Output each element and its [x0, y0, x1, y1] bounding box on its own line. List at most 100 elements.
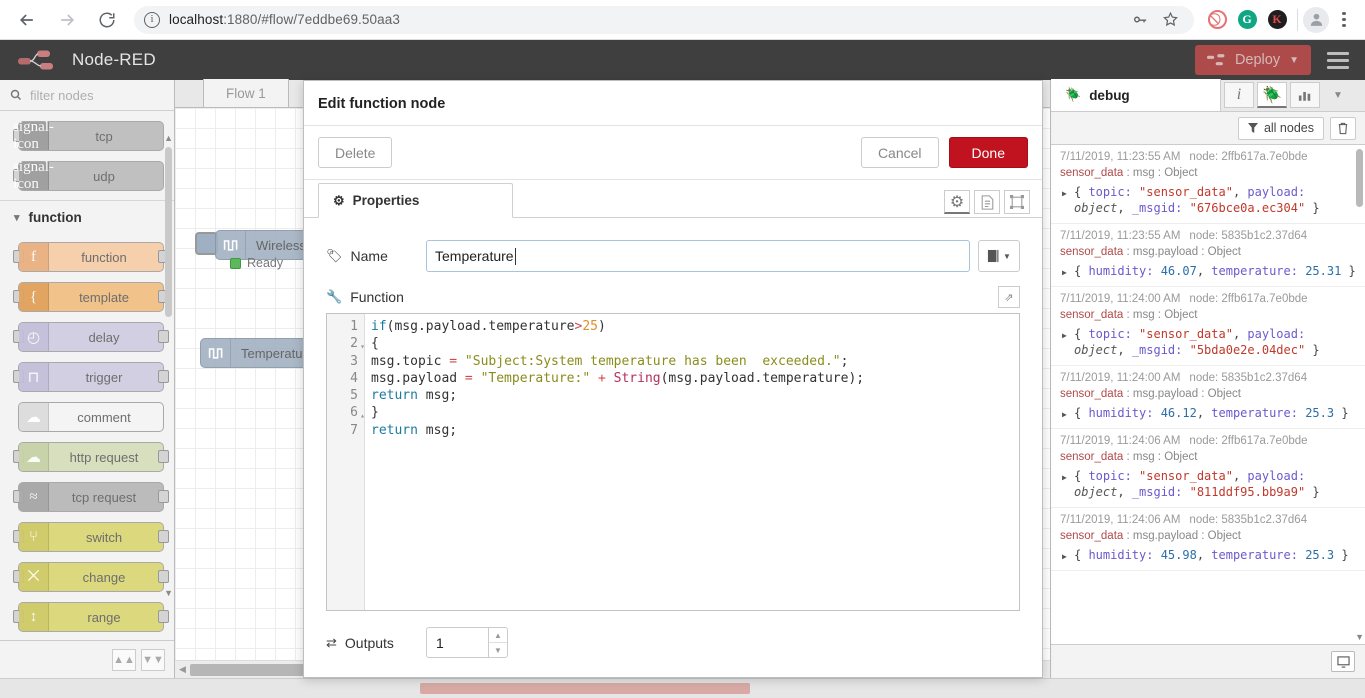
code-editor[interactable]: 12▾3456▴7 if(msg.payload.temperature>25)… [326, 313, 1020, 611]
expand-editor-icon[interactable]: ⇗ [998, 286, 1020, 308]
collapse-all-icon[interactable]: ▲▲ [112, 649, 136, 671]
expand-triangle-icon[interactable]: ▶ [1062, 328, 1067, 344]
expand-triangle-icon[interactable]: ▶ [1062, 470, 1067, 486]
palette-node-function[interactable]: ffunction [18, 242, 164, 272]
debug-tab-icon[interactable]: 🪲 [1257, 82, 1287, 108]
grammarly-extension-icon[interactable]: G [1232, 5, 1262, 35]
tab-properties[interactable]: ⚙ Properties [318, 183, 513, 218]
debug-token: "sensor_data" [1139, 185, 1233, 199]
address-bar[interactable]: i localhost:1880/#flow/7eddbe69.50aa3 [134, 6, 1194, 34]
debug-message-body[interactable]: ▶{ topic: "sensor_data", payload: object… [1060, 468, 1356, 500]
profile-avatar[interactable] [1303, 7, 1329, 33]
description-doc-icon[interactable] [974, 190, 1000, 214]
debug-message-body[interactable]: ▶{ humidity: 46.12, temperature: 25.3 } [1060, 405, 1356, 421]
palette-node-change[interactable]: ⨉change [18, 562, 164, 592]
dashboard-chart-icon[interactable] [1290, 82, 1320, 108]
stepper-up-icon[interactable]: ▲ [489, 628, 507, 643]
outputs-stepper[interactable]: ▲ ▼ [488, 627, 508, 658]
debug-message[interactable]: 7/11/2019, 11:24:00 AMnode: 5835b1c2.37d… [1051, 366, 1365, 429]
palette-node-template[interactable]: {template [18, 282, 164, 312]
debug-message[interactable]: 7/11/2019, 11:23:55 AMnode: 2ffb617a.7e0… [1051, 145, 1365, 224]
scroll-left-icon[interactable]: ◀ [175, 664, 190, 675]
palette-node-trigger[interactable]: ⊓trigger [18, 362, 164, 392]
settings-gear-icon[interactable]: ⚙ [944, 190, 970, 214]
stepper-down-icon[interactable]: ▼ [489, 643, 507, 657]
palette-node-range[interactable]: ↕range [18, 602, 164, 632]
editor-scrollbar[interactable] [1010, 314, 1019, 610]
debug-message-source[interactable]: sensor_data : msg : Object [1060, 167, 1356, 179]
palette-node-tcp[interactable]: signal-icontcp [18, 121, 164, 151]
palette-scroll-down-icon[interactable]: ▼ [164, 588, 173, 598]
debug-message-body[interactable]: ▶{ topic: "sensor_data", payload: object… [1060, 184, 1356, 216]
expand-triangle-icon[interactable]: ▶ [1062, 265, 1067, 281]
debug-message-source[interactable]: sensor_data : msg.payload : Object [1060, 246, 1356, 258]
palette-node-http-request[interactable]: ☁http request [18, 442, 164, 472]
back-arrow-icon[interactable] [10, 3, 44, 37]
debug-message-source[interactable]: sensor_data : msg.payload : Object [1060, 530, 1356, 542]
expand-triangle-icon[interactable]: ▶ [1062, 549, 1067, 565]
node-output-port[interactable] [158, 570, 169, 583]
key-password-icon[interactable] [1126, 6, 1154, 34]
debug-message-list[interactable]: 7/11/2019, 11:23:55 AMnode: 2ffb617a.7e0… [1051, 145, 1365, 644]
node-output-port[interactable] [158, 450, 169, 463]
palette-scroll-area[interactable]: signal-icontcpsignal-iconudp ▾ function … [0, 111, 174, 640]
debug-scrollbar[interactable] [1356, 149, 1363, 207]
node-output-port[interactable] [158, 370, 169, 383]
filter-all-nodes-button[interactable]: all nodes [1238, 117, 1324, 140]
site-info-icon[interactable]: i [144, 12, 160, 28]
palette-node-udp[interactable]: signal-iconudp [18, 161, 164, 191]
kite-extension-icon[interactable]: K [1262, 5, 1292, 35]
book-dropdown-icon[interactable]: ▼ [978, 240, 1020, 272]
bookmark-star-icon[interactable] [1156, 6, 1184, 34]
appearance-icon[interactable] [1004, 190, 1030, 214]
browser-menu-icon[interactable] [1329, 5, 1359, 35]
expand-triangle-icon[interactable]: ▶ [1062, 186, 1067, 202]
palette-filter[interactable]: filter nodes [0, 80, 174, 111]
node-output-port[interactable] [158, 330, 169, 343]
done-button[interactable]: Done [949, 137, 1028, 168]
expand-triangle-icon[interactable]: ▶ [1062, 407, 1067, 423]
debug-message-body[interactable]: ▶{ topic: "sensor_data", payload: object… [1060, 326, 1356, 358]
palette-category-function[interactable]: ▾ function [0, 200, 174, 232]
palette-scrollbar[interactable] [165, 147, 172, 317]
deploy-dropdown-icon[interactable]: ▼ [1289, 55, 1299, 66]
editor-code[interactable]: if(msg.payload.temperature>25){msg.topic… [365, 314, 1010, 610]
debug-message-body[interactable]: ▶{ humidity: 45.98, temperature: 25.3 } [1060, 547, 1356, 563]
monitor-icon[interactable] [1331, 651, 1355, 672]
debug-scroll-down-icon[interactable]: ▼ [1355, 632, 1364, 642]
expand-all-icon[interactable]: ▼▼ [141, 649, 165, 671]
palette-node-tcp-request[interactable]: ≈tcp request [18, 482, 164, 512]
cancel-button[interactable]: Cancel [861, 137, 939, 168]
tab-debug[interactable]: 🪲 debug [1051, 79, 1221, 111]
node-output-port[interactable] [158, 490, 169, 503]
debug-message-body[interactable]: ▶{ humidity: 46.07, temperature: 25.31 } [1060, 263, 1356, 279]
palette-scroll-up-icon[interactable]: ▲ [164, 133, 173, 143]
debug-message[interactable]: 7/11/2019, 11:24:00 AMnode: 2ffb617a.7e0… [1051, 287, 1365, 366]
palette-node-comment[interactable]: ☁comment [18, 402, 164, 432]
palette-node-delay[interactable]: ◴delay [18, 322, 164, 352]
chevron-down-icon[interactable]: ▼ [1323, 82, 1353, 108]
info-tab-icon[interactable]: i [1224, 82, 1254, 108]
palette-node-switch[interactable]: ⑂switch [18, 522, 164, 552]
debug-message-source[interactable]: sensor_data : msg.payload : Object [1060, 388, 1356, 400]
trash-icon[interactable] [1330, 117, 1356, 140]
hamburger-menu-icon[interactable] [1323, 48, 1353, 73]
status-dot-icon [230, 258, 241, 269]
node-output-port[interactable] [158, 530, 169, 543]
delete-button[interactable]: Delete [318, 137, 392, 168]
name-input[interactable]: Temperature [426, 240, 970, 272]
reload-icon[interactable] [90, 3, 124, 37]
gear-icon: ⚙ [333, 193, 345, 209]
debug-message[interactable]: 7/11/2019, 11:24:06 AMnode: 2ffb617a.7e0… [1051, 429, 1365, 508]
outputs-input[interactable]: 1 [426, 627, 488, 658]
flow-tab-flow-1[interactable]: Flow 1 [203, 79, 289, 107]
adblock-extension-icon[interactable]: ⃠ [1202, 5, 1232, 35]
debug-message[interactable]: 7/11/2019, 11:23:55 AMnode: 5835b1c2.37d… [1051, 224, 1365, 287]
node-output-port[interactable] [158, 610, 169, 623]
debug-message[interactable]: 7/11/2019, 11:24:06 AMnode: 5835b1c2.37d… [1051, 508, 1365, 571]
debug-message-source[interactable]: sensor_data : msg : Object [1060, 451, 1356, 463]
deploy-button[interactable]: Deploy ▼ [1195, 45, 1311, 75]
palette-node-label: comment [49, 410, 163, 425]
debug-message-source[interactable]: sensor_data : msg : Object [1060, 309, 1356, 321]
forward-arrow-icon[interactable] [50, 3, 84, 37]
